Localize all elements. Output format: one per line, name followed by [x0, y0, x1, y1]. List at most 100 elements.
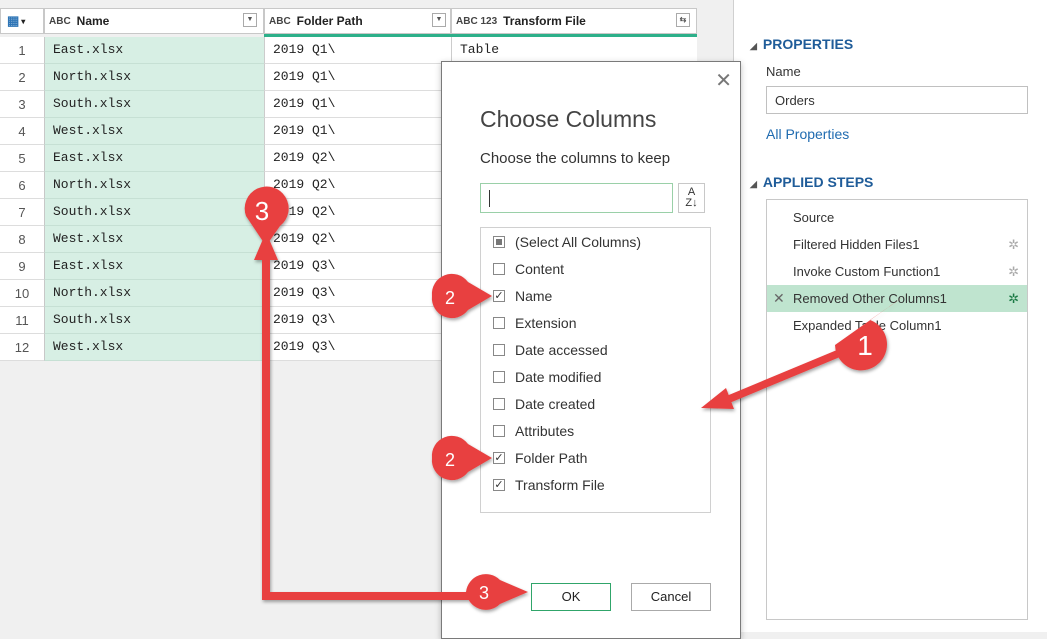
checkbox-label: (Select All Columns)	[515, 234, 642, 250]
cell-folder-path[interactable]: 2019 Q1\	[264, 118, 451, 145]
cell-name[interactable]: West.xlsx	[44, 118, 264, 145]
cancel-button[interactable]: Cancel	[631, 583, 711, 611]
column-checkbox-item[interactable]: ✓ Folder Path	[493, 447, 587, 469]
cell-folder-path[interactable]: 2019 Q1\	[264, 64, 451, 91]
applied-steps-heading[interactable]: ◢ APPLIED STEPS	[750, 174, 873, 190]
checkbox-label: Name	[515, 288, 553, 304]
applied-step-item[interactable]: Source	[767, 204, 1027, 231]
gear-icon[interactable]: ✲	[1008, 258, 1019, 285]
row-number: 8	[0, 226, 44, 253]
cell-folder-path[interactable]: 2019 Q2\	[264, 199, 451, 226]
row-number: 9	[0, 253, 44, 280]
column-checkbox-item[interactable]: ✓ Name	[493, 285, 552, 307]
column-header-label: Transform File	[503, 14, 586, 28]
dropdown-arrow-icon: ▾	[21, 16, 26, 26]
sort-az-button[interactable]: A Z↓	[678, 183, 705, 213]
column-checkbox-item[interactable]: Date created	[493, 393, 595, 415]
column-filter-dropdown-icon[interactable]: ▼	[243, 13, 257, 27]
gear-icon[interactable]: ✲	[1008, 285, 1019, 312]
checkbox-label: Transform File	[515, 477, 605, 493]
sort-az-icon: A Z↓	[685, 186, 698, 209]
all-properties-link[interactable]: All Properties	[766, 126, 849, 142]
text-type-icon: ABC	[49, 15, 71, 27]
text-type-icon: ABC	[269, 15, 291, 27]
expand-column-icon[interactable]: ⇆	[676, 13, 690, 27]
checkbox[interactable]: ✓	[493, 290, 505, 302]
row-number: 4	[0, 118, 44, 145]
table-icon: ▦	[7, 13, 20, 28]
query-name-input[interactable]: Orders	[766, 86, 1028, 114]
column-checkbox-item[interactable]: Date accessed	[493, 339, 608, 361]
cell-name[interactable]: East.xlsx	[44, 253, 264, 280]
column-checkbox-item[interactable]: Content	[493, 258, 564, 280]
gear-icon[interactable]: ✲	[1008, 231, 1019, 258]
cell-folder-path[interactable]: 2019 Q2\	[264, 145, 451, 172]
checkbox[interactable]: ✓	[493, 452, 505, 464]
cell-folder-path[interactable]: 2019 Q2\	[264, 226, 451, 253]
column-header-folder-path[interactable]: ABC Folder Path ▼	[264, 8, 451, 34]
checkbox[interactable]	[493, 317, 505, 329]
checkbox-label: Folder Path	[515, 450, 588, 466]
cell-name[interactable]: North.xlsx	[44, 64, 264, 91]
row-number: 5	[0, 145, 44, 172]
applied-step-label: Invoke Custom Function1	[793, 264, 941, 279]
column-header-name[interactable]: ABC Name ▼	[44, 8, 264, 34]
cell-folder-path[interactable]: 2019 Q3\	[264, 307, 451, 334]
cell-name[interactable]: West.xlsx	[44, 334, 264, 361]
checkbox[interactable]	[493, 398, 505, 410]
delete-step-icon[interactable]: ✕	[773, 285, 785, 312]
checkbox-label: Date modified	[515, 369, 602, 385]
column-checkbox-item[interactable]: ✓ Transform File	[493, 474, 605, 496]
column-checkbox-list: (Select All Columns) Content ✓ Name Extensio…	[480, 227, 711, 513]
column-checkbox-item[interactable]: Extension	[493, 312, 576, 334]
column-checkbox-item[interactable]: Attributes	[493, 420, 574, 442]
cell-folder-path[interactable]: 2019 Q1\	[264, 37, 451, 64]
cell-name[interactable]: West.xlsx	[44, 226, 264, 253]
cell-folder-path[interactable]: 2019 Q3\	[264, 253, 451, 280]
applied-step-label: Expanded Table Column1	[793, 318, 942, 333]
cell-name[interactable]: East.xlsx	[44, 37, 264, 64]
column-header-label: Name	[76, 14, 110, 28]
cell-name[interactable]: North.xlsx	[44, 280, 264, 307]
column-filter-dropdown-icon[interactable]: ▼	[432, 13, 446, 27]
cell-folder-path[interactable]: 2019 Q1\	[264, 91, 451, 118]
cell-folder-path[interactable]: 2019 Q3\	[264, 280, 451, 307]
query-settings-pane: ◢ PROPERTIES Name Orders All Properties ◢…	[733, 0, 1047, 632]
cell-name[interactable]: South.xlsx	[44, 199, 264, 226]
checkbox[interactable]	[493, 236, 505, 248]
applied-step-item[interactable]: ✕ Removed Other Columns1 ✲	[767, 285, 1027, 312]
ok-button[interactable]: OK	[531, 583, 611, 611]
properties-heading[interactable]: ◢ PROPERTIES	[750, 36, 853, 52]
text-caret	[489, 190, 490, 207]
applied-step-item[interactable]: Filtered Hidden Files1 ✲	[767, 231, 1027, 258]
table-menu-button[interactable]: ▦ ▾	[0, 8, 44, 34]
table-row[interactable]: 1 East.xlsx 2019 Q1\ Table	[0, 37, 697, 64]
checkbox[interactable]	[493, 371, 505, 383]
checkbox[interactable]: ✓	[493, 479, 505, 491]
collapse-triangle-icon: ◢	[750, 179, 757, 189]
column-checkbox-item[interactable]: (Select All Columns)	[493, 231, 641, 253]
cell-transform-file[interactable]: Table	[451, 37, 697, 64]
row-number: 10	[0, 280, 44, 307]
cell-name[interactable]: East.xlsx	[44, 145, 264, 172]
applied-step-item[interactable]: Invoke Custom Function1 ✲	[767, 258, 1027, 285]
row-number: 1	[0, 37, 44, 64]
checkbox[interactable]	[493, 425, 505, 437]
checkbox[interactable]	[493, 344, 505, 356]
column-header-transform-file[interactable]: ABC 123 Transform File ⇆	[451, 8, 697, 34]
cell-name[interactable]: South.xlsx	[44, 307, 264, 334]
cell-name[interactable]: North.xlsx	[44, 172, 264, 199]
cell-folder-path[interactable]: 2019 Q2\	[264, 172, 451, 199]
any-type-icon: ABC 123	[456, 15, 498, 27]
checkbox-label: Date created	[515, 396, 596, 412]
applied-step-label: Filtered Hidden Files1	[793, 237, 920, 252]
column-search-input[interactable]	[480, 183, 673, 213]
applied-step-item[interactable]: Expanded Table Column1	[767, 312, 1027, 339]
close-icon[interactable]: ✕	[715, 68, 732, 93]
cell-name[interactable]: South.xlsx	[44, 91, 264, 118]
column-checkbox-item[interactable]: Date modified	[493, 366, 601, 388]
dialog-subtitle: Choose the columns to keep	[480, 150, 671, 167]
checkbox-label: Date accessed	[515, 342, 608, 358]
cell-folder-path[interactable]: 2019 Q3\	[264, 334, 451, 361]
checkbox[interactable]	[493, 263, 505, 275]
